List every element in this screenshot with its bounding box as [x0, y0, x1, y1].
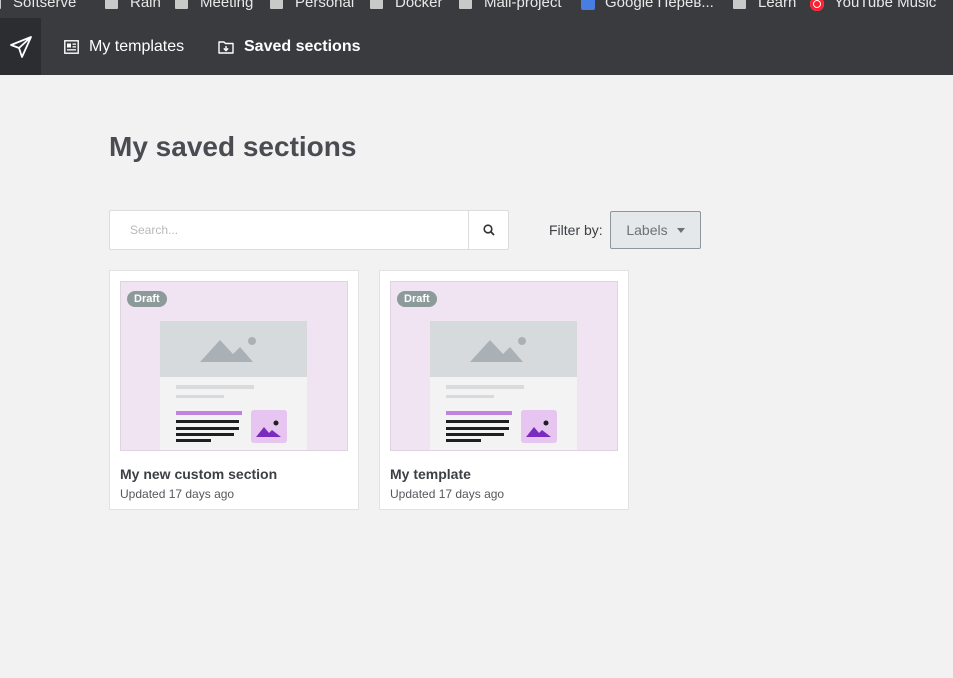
card-updated-text: Updated 17 days ago [120, 487, 235, 501]
top-nav: My templates Saved sections [0, 18, 953, 75]
folder-icon [270, 0, 283, 9]
bookmark-google-translate[interactable]: Google Перев... [581, 0, 714, 12]
folder-icon [733, 0, 746, 9]
bookmark-learn[interactable]: Learn [733, 0, 796, 12]
bookmark-meeting[interactable]: Meeting [175, 0, 253, 12]
bookmark-youtube-music[interactable]: YouTube Music [810, 0, 936, 12]
card-title: My new custom section [120, 466, 278, 482]
search-box [109, 210, 509, 250]
page-title: My saved sections [109, 131, 357, 162]
chevron-down-icon [676, 227, 685, 233]
bookmark-personal[interactable]: Personal [270, 0, 354, 12]
search-input[interactable] [110, 211, 468, 249]
labels-filter-label: Labels [626, 222, 668, 238]
search-button[interactable] [468, 211, 508, 249]
template-preview-image [160, 321, 307, 450]
nav-my-templates[interactable]: My templates [64, 18, 184, 75]
card-updated-text: Updated 17 days ago [390, 487, 505, 501]
card-title: My template [390, 466, 471, 482]
saved-folder-icon [218, 40, 234, 54]
section-card[interactable]: Draft My template Updated 17 days ago [379, 270, 629, 510]
folder-icon [175, 0, 188, 9]
bookmarks-bar: Softserve Rain Meeting Personal Docker M… [0, 0, 953, 18]
folder-icon [459, 0, 472, 9]
section-card[interactable]: Draft My new custom section Updated 17 d… [109, 270, 359, 510]
bookmark-docker[interactable]: Docker [370, 0, 443, 12]
nav-my-templates-label: My templates [89, 37, 185, 55]
bookmark-mail-project[interactable]: Mail-project [459, 0, 562, 12]
status-badge: Draft [397, 291, 437, 307]
folder-icon [105, 0, 118, 9]
section-thumbnail: Draft [120, 281, 348, 451]
google-translate-icon [581, 0, 595, 10]
template-preview-image [430, 321, 577, 450]
nav-saved-sections-label: Saved sections [244, 37, 361, 55]
bookmark-softserve[interactable]: Softserve [0, 0, 76, 12]
filter-label: Filter by: [549, 222, 603, 238]
section-thumbnail: Draft [390, 281, 618, 451]
paper-plane-icon [9, 35, 32, 58]
search-icon [482, 224, 495, 236]
bookmark-rain[interactable]: Rain [105, 0, 161, 12]
folder-icon [370, 0, 383, 9]
youtube-music-icon [810, 0, 824, 11]
folder-icon [0, 0, 1, 9]
templates-icon [64, 39, 79, 54]
labels-filter-dropdown[interactable]: Labels [610, 211, 701, 249]
app-logo[interactable] [0, 18, 41, 75]
status-badge: Draft [127, 291, 167, 307]
nav-saved-sections[interactable]: Saved sections [218, 18, 361, 75]
